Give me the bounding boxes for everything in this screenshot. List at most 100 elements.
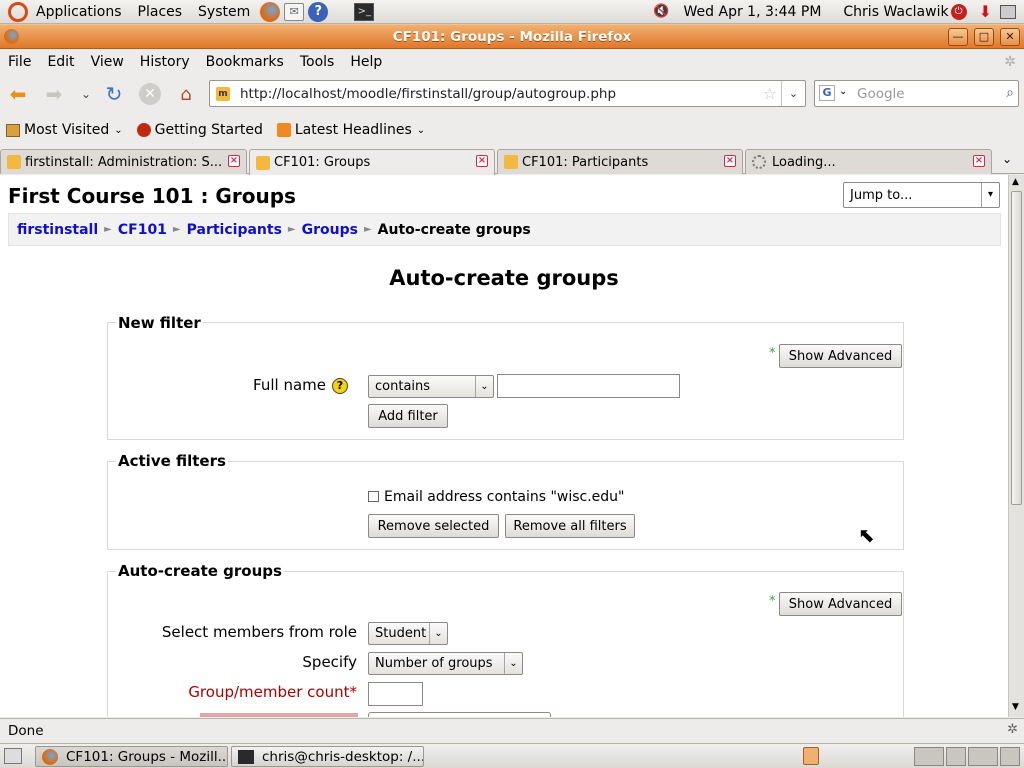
page-heading: Auto-create groups (389, 266, 619, 290)
task-firefox[interactable]: CF101: Groups - Mozill... (35, 746, 228, 767)
search-magnifier-icon[interactable]: ⌕ (1006, 85, 1014, 101)
firefox-launcher-icon[interactable] (260, 1, 281, 22)
task-terminal[interactable]: chris@chris-desktop: /... (231, 746, 424, 767)
url-text[interactable]: http://localhost/moodle/firstinstall/gro… (240, 86, 616, 102)
engine-dropdown-icon[interactable]: ⌄ (839, 86, 847, 97)
stop-icon[interactable]: ✕ (136, 80, 164, 108)
home-icon[interactable]: ⌂ (172, 80, 200, 108)
workspace-3[interactable] (968, 747, 998, 766)
tab-loading[interactable]: Loading... × (745, 149, 992, 174)
trash-icon[interactable] (803, 747, 819, 765)
menu-file[interactable]: File (0, 54, 39, 70)
scroll-down-icon[interactable]: ▼ (1012, 702, 1019, 712)
tab-list-chevron-icon[interactable]: ⌄ (1002, 152, 1012, 166)
folder-icon (6, 123, 20, 137)
breadcrumb-current: Auto-create groups (377, 221, 531, 238)
new-filter-legend: New filter (116, 314, 203, 332)
add-filter-button[interactable]: Add filter (368, 404, 448, 428)
breadcrumb-separator-icon: ► (104, 224, 112, 235)
scroll-thumb[interactable] (1011, 191, 1022, 505)
window-titlebar: CF101: Groups - Mozilla Firefox — □ ✕ (0, 24, 1024, 49)
chevron-down-icon: ⌄ (504, 653, 522, 674)
network-icon[interactable] (1000, 4, 1016, 19)
ubuntu-logo-icon[interactable] (8, 1, 28, 22)
menu-help[interactable]: Help (342, 54, 390, 70)
url-dropdown-icon[interactable]: ⌄ (781, 81, 805, 106)
gnome-bottom-panel: CF101: Groups - Mozill... chris@chris-de… (0, 743, 1024, 768)
menu-view[interactable]: View (83, 54, 132, 70)
mail-launcher-icon[interactable]: ✉ (284, 2, 305, 21)
show-desktop-icon[interactable] (4, 748, 22, 764)
tab-participants[interactable]: CF101: Participants × (497, 149, 743, 174)
reload-icon[interactable]: ↻ (100, 80, 128, 108)
menu-history[interactable]: History (132, 54, 198, 70)
minimize-button[interactable]: — (948, 28, 968, 46)
applications-menu[interactable]: Applications (28, 4, 130, 20)
workspace-2[interactable] (946, 747, 966, 766)
scroll-up-icon[interactable]: ▲ (1012, 177, 1019, 187)
firefox-bookmark-icon (136, 123, 151, 137)
group-member-count-input[interactable] (368, 682, 423, 706)
tab-groups[interactable]: CF101: Groups × (249, 149, 495, 175)
breadcrumb-participants[interactable]: Participants (187, 222, 282, 238)
breadcrumb-cf101[interactable]: CF101 (118, 222, 167, 238)
maximize-button[interactable]: □ (974, 28, 994, 46)
chevron-down-icon: ▾ (981, 183, 999, 207)
close-window-button[interactable]: ✕ (1000, 28, 1020, 46)
show-advanced-button-autocreate[interactable]: Show Advanced (779, 592, 902, 616)
breadcrumb-separator-icon: ► (363, 224, 372, 235)
search-bar[interactable]: G ⌄ Google ⌕ (814, 80, 1019, 107)
show-advanced-button-filter[interactable]: Show Advanced (779, 344, 902, 368)
active-filter-text: Email address contains "wisc.edu" (384, 489, 625, 505)
breadcrumb-groups[interactable]: Groups (302, 222, 358, 238)
extension-bug-icon[interactable]: ✲ (1007, 722, 1018, 737)
menu-bookmarks[interactable]: Bookmarks (198, 54, 292, 70)
menu-edit[interactable]: Edit (39, 54, 82, 70)
jump-to-select[interactable]: Jump to... ▾ (843, 182, 1000, 208)
getting-started-bookmark[interactable]: Getting Started (136, 122, 263, 138)
remove-all-filters-button[interactable]: Remove all filters (505, 514, 635, 538)
help-launcher-icon[interactable]: ? (308, 1, 329, 22)
volume-icon[interactable]: 🔇 (653, 4, 669, 19)
user-name[interactable]: Chris Waclawik (835, 4, 950, 20)
search-input[interactable]: Google (857, 86, 905, 102)
tab-close-icon[interactable]: × (724, 155, 736, 167)
course-title: First Course 101 : Groups (8, 184, 296, 208)
history-dropdown-icon[interactable]: ⌄ (72, 80, 100, 108)
forward-arrow-icon[interactable]: ➡ (40, 80, 68, 108)
fullname-operator-select[interactable]: contains ⌄ (368, 375, 494, 398)
breadcrumb-firstinstall[interactable]: firstinstall (17, 222, 98, 238)
advanced-marker: * (769, 346, 776, 361)
help-icon[interactable]: ? (332, 378, 348, 394)
tab-close-icon[interactable]: × (476, 155, 488, 167)
most-visited-bookmark[interactable]: Most Visited ⌄ (6, 122, 123, 138)
latest-headlines-bookmark[interactable]: Latest Headlines ⌄ (276, 122, 425, 138)
clock[interactable]: Wed Apr 1, 3:44 PM (676, 4, 836, 20)
tab-close-icon[interactable]: × (973, 155, 985, 167)
tab-administration[interactable]: firstinstall: Administration: S... × (0, 149, 247, 174)
power-icon[interactable]: ⏻ (950, 3, 967, 20)
workspace-1[interactable] (914, 747, 944, 766)
next-field-partial[interactable] (368, 712, 551, 717)
terminal-task-icon (238, 749, 254, 764)
places-menu[interactable]: Places (130, 4, 191, 20)
terminal-launcher-icon[interactable]: >_ (354, 2, 375, 21)
remove-selected-button[interactable]: Remove selected (368, 514, 499, 538)
vertical-scrollbar[interactable]: ▲ ▼ (1008, 175, 1024, 717)
role-select[interactable]: Student ⌄ (368, 622, 448, 645)
workspace-4[interactable] (1000, 747, 1020, 766)
bookmark-star-icon[interactable]: ☆ (763, 84, 777, 103)
url-bar[interactable]: m http://localhost/moodle/firstinstall/g… (209, 80, 806, 107)
page-content: First Course 101 : Groups Jump to... ▾ f… (0, 175, 1008, 717)
system-menu[interactable]: System (190, 4, 258, 20)
tab-close-icon[interactable]: × (228, 155, 240, 167)
back-arrow-icon[interactable]: ⬅ (4, 80, 32, 108)
menu-tools[interactable]: Tools (292, 54, 343, 70)
update-notifier-icon[interactable]: ⬇ (979, 2, 992, 21)
filter-checkbox[interactable] (368, 491, 379, 502)
fullname-value-input[interactable] (497, 374, 680, 398)
specify-select[interactable]: Number of groups ⌄ (368, 652, 523, 675)
google-engine-icon[interactable]: G (819, 85, 835, 101)
rss-feed-icon (276, 123, 291, 137)
navigation-toolbar: ⬅ ➡ ⌄ ↻ ✕ ⌂ m http://localhost/moodle/fi… (0, 75, 1024, 113)
